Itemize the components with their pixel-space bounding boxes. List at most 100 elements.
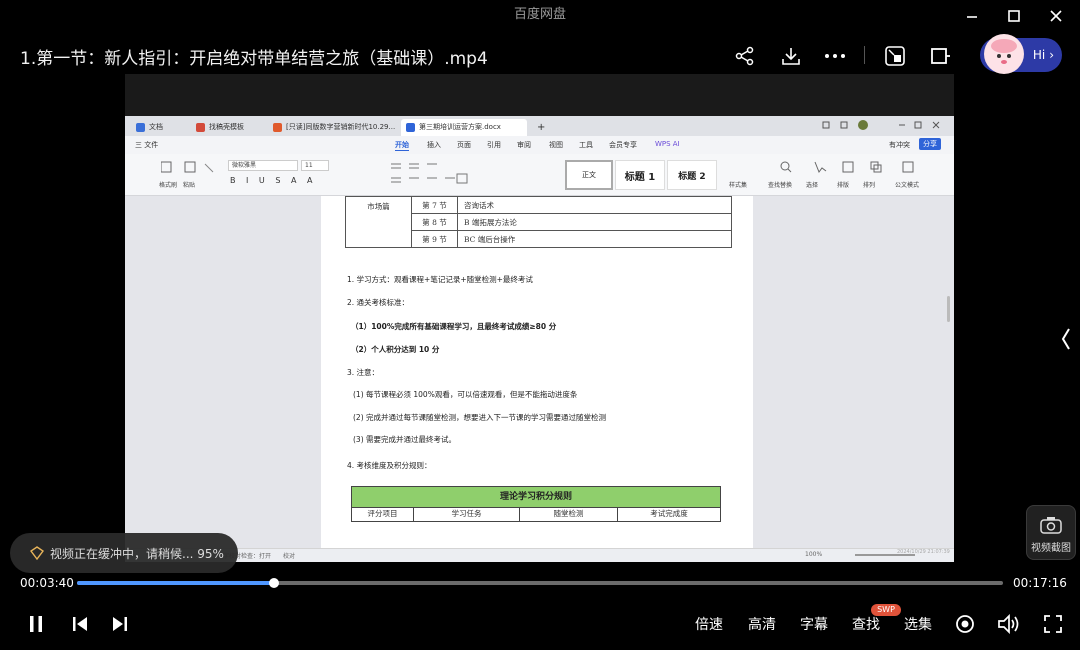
table-cell: 市场篇 xyxy=(345,196,412,248)
course-table: 市场篇 第 7 节 咨询话术 第 8 节 B 端拓展方法论 第 9 节 BC 端… xyxy=(345,196,732,248)
table-cell: 咨询话术 xyxy=(457,196,732,214)
system-timestamp: 2024/10/29 21:07:39 xyxy=(897,549,950,555)
wps-menu-item: 审阅 xyxy=(517,141,531,149)
maximize-icon[interactable] xyxy=(1000,5,1028,27)
doc-line: (1) 每节课程必须 100%观看，可以倍速观看，但是不能拖动进度条 xyxy=(353,390,578,399)
status-zoom: 100% xyxy=(805,551,823,558)
font-size-select: 11 xyxy=(301,160,329,171)
format-buttons: B I U S A A xyxy=(230,176,317,185)
wps-tab: 文档 xyxy=(131,119,187,136)
ribbon-label: 样式集 xyxy=(729,182,748,189)
assistant-avatar xyxy=(984,34,1024,74)
video-frame[interactable]: 文档 找稿壳模板 [只读]同版数字营销新时代10.29... 第三期培训运营方案… xyxy=(125,74,954,562)
wps-menu-item: 引用 xyxy=(487,141,501,149)
diamond-icon xyxy=(30,546,44,560)
mini-window-icon[interactable] xyxy=(926,42,952,70)
score-table-title: 理论学习积分规则 xyxy=(351,486,721,508)
doc-line: 2. 通关考核标准： xyxy=(347,298,410,307)
wps-new-tab: + xyxy=(537,122,546,133)
search-button[interactable]: 查找 xyxy=(852,614,880,634)
speed-button[interactable]: 倍速 xyxy=(695,614,723,634)
wps-menu-item: 视图 xyxy=(549,141,563,149)
wps-ribbon: 格式刷 粘贴 微软雅黑 11 B I U S A A 正文 标题 1 标题 2 … xyxy=(125,154,954,196)
buffering-toast: 视频正在缓冲中，请稍候... 95% xyxy=(10,533,238,573)
total-time: 00:17:16 xyxy=(1013,576,1067,590)
status-proof: 校对 xyxy=(283,553,296,560)
pause-icon[interactable] xyxy=(24,612,48,636)
doc-line: （2）个人积分达到 10 分 xyxy=(351,345,440,354)
wps-menu-item: 工具 xyxy=(579,141,593,149)
wps-window: 文档 找稿壳模板 [只读]同版数字营销新时代10.29... 第三期培训运营方案… xyxy=(125,116,954,562)
video-title: 1.第一节：新人指引：开启绝对带单结营之旅（基础课）.mp4 xyxy=(20,49,488,69)
danmaku-icon[interactable] xyxy=(953,612,977,636)
ribbon-label: 粘贴 xyxy=(183,182,196,189)
style-heading-2: 标题 2 xyxy=(667,160,717,190)
doc-line: 3. 注意： xyxy=(347,368,380,377)
subtitle-button[interactable]: 字幕 xyxy=(800,614,828,634)
wps-menu-bar: 三 文件 开始 插入 页面 引用 审阅 视图 工具 会员专享 WPS AI 有冲… xyxy=(125,136,954,154)
screenshot-label: 视频截图 xyxy=(1031,543,1071,554)
ribbon-label: 公文模式 xyxy=(895,182,920,189)
progress-fill xyxy=(77,581,274,585)
chevron-right-icon: › xyxy=(1049,48,1054,62)
wps-share-button: 分享 xyxy=(919,138,941,150)
table-cell: 第 8 节 xyxy=(411,213,458,231)
progress-handle[interactable] xyxy=(268,578,279,588)
wps-status-bar: 文字校对检查：打开 校对 100% xyxy=(125,548,954,562)
wps-menu-item-active: 开始 xyxy=(395,141,409,151)
ribbon-label: 排列 xyxy=(863,182,876,189)
table-cell: 第 9 节 xyxy=(411,230,458,248)
style-heading-1: 标题 1 xyxy=(615,160,665,190)
wps-conflict-label: 有冲突 xyxy=(889,141,910,149)
wps-tab-active: 第三期培训运营方案.docx xyxy=(401,119,527,136)
wps-menu-item: 会员专享 xyxy=(609,141,637,149)
wps-tab: [只读]同版数字营销新时代10.29... xyxy=(268,119,396,136)
close-icon[interactable] xyxy=(1042,5,1070,27)
wps-window-controls xyxy=(815,119,945,136)
download-icon[interactable] xyxy=(778,42,804,70)
doc-line: （1）100%完成所有基础课程学习，且最终考试成绩≥80 分 xyxy=(351,322,557,331)
fullscreen-icon[interactable] xyxy=(1041,612,1065,636)
doc-line: (3) 需要完成并通过最终考试。 xyxy=(353,435,457,444)
share-icon[interactable] xyxy=(732,42,758,70)
minimize-icon[interactable] xyxy=(958,5,986,27)
picture-in-picture-icon[interactable] xyxy=(882,42,908,70)
episodes-button[interactable]: 选集 xyxy=(904,614,932,634)
font-name-select: 微软雅黑 xyxy=(228,160,298,171)
hi-label: Hi xyxy=(1032,48,1046,62)
ribbon-label: 格式刷 xyxy=(159,182,178,189)
table-row: 市场篇 第 7 节 咨询话术 xyxy=(345,196,732,248)
ribbon-label: 查找替换 xyxy=(768,182,793,189)
more-icon[interactable] xyxy=(822,42,848,70)
wps-menu-item: 页面 xyxy=(457,141,471,149)
score-header-cell: 评分项目 xyxy=(352,508,414,521)
doc-line: 1. 学习方式：观看课程+笔记记录+随堂检测+最终考试 xyxy=(347,275,533,284)
table-cell: 第 7 节 xyxy=(411,196,458,214)
score-header-cell: 学习任务 xyxy=(414,508,520,521)
wps-menu-item: 三 文件 xyxy=(135,141,159,149)
volume-icon[interactable] xyxy=(997,612,1021,636)
header-divider xyxy=(864,46,865,64)
wps-menu-item: 插入 xyxy=(427,141,441,149)
wps-menu-item: WPS AI xyxy=(655,140,680,148)
next-icon[interactable] xyxy=(108,612,132,636)
buffering-text: 视频正在缓冲中，请稍候... 95% xyxy=(50,546,224,561)
style-normal: 正文 xyxy=(565,160,613,190)
score-header-cell: 随堂检测 xyxy=(520,508,618,521)
current-time: 00:03:40 xyxy=(20,576,74,590)
wps-tab-bar: 文档 找稿壳模板 [只读]同版数字营销新时代10.29... 第三期培训运营方案… xyxy=(125,116,954,136)
previous-icon[interactable] xyxy=(68,612,92,636)
ribbon-label: 选择 xyxy=(806,182,819,189)
score-header-cell: 考试完成度 xyxy=(650,509,688,518)
table-cell: BC 端后台操作 xyxy=(457,230,732,248)
quality-button[interactable]: 高清 xyxy=(748,614,776,634)
doc-line: (2) 完成并通过每节课随堂检测，想要进入下一节课的学习需要通过随堂检测 xyxy=(353,413,607,422)
side-panel-toggle-icon[interactable] xyxy=(1058,326,1074,352)
video-screenshot-button[interactable]: 视频截图 xyxy=(1026,505,1076,560)
ribbon-label: 排版 xyxy=(837,182,850,189)
doc-line: 4. 考核维度及积分规则： xyxy=(347,461,432,470)
table-cell: B 端拓展方法论 xyxy=(457,213,732,231)
wps-tab: 找稿壳模板 xyxy=(191,119,263,136)
document-scrollbar xyxy=(947,296,950,322)
app-title: 百度网盘 xyxy=(513,7,566,22)
